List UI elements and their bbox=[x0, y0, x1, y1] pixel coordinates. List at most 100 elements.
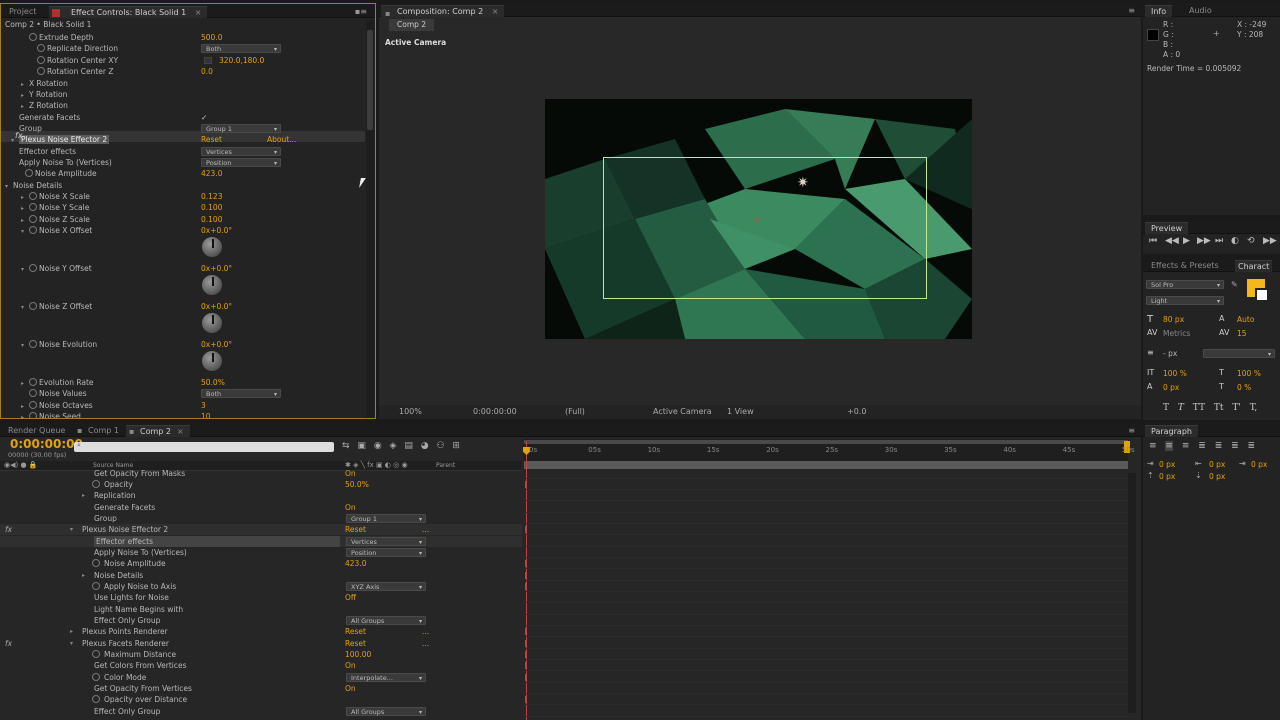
effect-row-value[interactable]: 0x+0.0° bbox=[201, 263, 232, 274]
eyedropper-icon[interactable]: ✎ bbox=[1231, 280, 1238, 289]
timeline-row[interactable]: Generate Facets On bbox=[0, 502, 522, 513]
timeline-row[interactable]: Use Lights for Noise Off bbox=[0, 592, 522, 603]
effect-row[interactable]: Noise Values bbox=[29, 388, 87, 399]
stopwatch-icon[interactable] bbox=[29, 378, 37, 386]
composition-viewer[interactable]: ⌖ ✷ bbox=[545, 99, 972, 339]
composition-mini-flowchart-icon[interactable]: ⇆ bbox=[342, 441, 350, 451]
tab-comp-2[interactable]: ▪ Comp 2 × bbox=[126, 425, 190, 437]
noise-evolution-knob[interactable] bbox=[201, 350, 223, 372]
timeline-row-value[interactable]: On bbox=[345, 502, 356, 513]
effect-row[interactable]: ▸ Noise Y Scale bbox=[21, 202, 89, 213]
timeline-row-value[interactable]: All Groups bbox=[346, 616, 426, 626]
scroll-thumb[interactable] bbox=[367, 30, 373, 130]
timeline-timecode[interactable]: 0:00:00:00 bbox=[10, 437, 83, 451]
close-icon[interactable]: × bbox=[492, 7, 499, 16]
row-extra[interactable]: ... bbox=[422, 638, 429, 649]
timeline-row[interactable]: Plexus Facets Renderer ▾ fx Reset... bbox=[0, 638, 522, 649]
align-center-icon[interactable]: ≡ bbox=[1165, 441, 1173, 451]
disclosure-triangle-icon[interactable]: ▸ bbox=[70, 626, 78, 637]
anchor-point-icon[interactable]: ⌖ bbox=[754, 215, 760, 226]
timeline-search-input[interactable]: ⌕ bbox=[74, 441, 334, 452]
timeline-row[interactable]: Group Group 1 bbox=[0, 513, 522, 524]
effect-row[interactable]: ▾ Noise Y Offset bbox=[21, 263, 92, 274]
resolution-select[interactable]: (Full) bbox=[565, 407, 585, 416]
stopwatch-icon[interactable] bbox=[29, 215, 37, 223]
timeline-track[interactable] bbox=[524, 706, 1127, 717]
timeline-track[interactable] bbox=[524, 558, 1127, 569]
tab-audio[interactable]: Audio bbox=[1183, 5, 1218, 17]
tab-character[interactable]: Charact bbox=[1235, 260, 1273, 272]
effect-row[interactable]: ▸ Y Rotation bbox=[21, 89, 67, 100]
tab-effects-presets[interactable]: Effects & Presets bbox=[1145, 260, 1225, 272]
effect-row[interactable]: ▸ Z Rotation bbox=[21, 100, 68, 111]
timeline-track[interactable] bbox=[524, 649, 1127, 660]
stopwatch-icon[interactable] bbox=[37, 67, 45, 75]
keyframe-icon[interactable] bbox=[525, 651, 527, 658]
effect-row-value[interactable]: 0x+0.0° bbox=[201, 301, 232, 312]
timeline-row[interactable]: Maximum Distance 100.00 bbox=[0, 649, 522, 660]
disclosure-triangle-icon[interactable]: ▸ bbox=[82, 570, 90, 581]
timeline-track[interactable] bbox=[524, 490, 1127, 501]
keyframe-icon[interactable] bbox=[525, 696, 527, 703]
keyframe-icon[interactable] bbox=[525, 640, 527, 647]
loop-icon[interactable]: ⟲ bbox=[1247, 236, 1255, 246]
noise-y-offset-knob[interactable] bbox=[201, 274, 223, 296]
stopwatch-icon[interactable] bbox=[29, 389, 37, 397]
timeline-track[interactable] bbox=[524, 502, 1127, 513]
indent-left-value[interactable]: 0 px bbox=[1159, 459, 1175, 470]
stopwatch-icon[interactable] bbox=[92, 650, 100, 658]
audio-icon[interactable]: ◐ bbox=[1231, 236, 1239, 246]
superscript-button[interactable]: T' bbox=[1232, 403, 1240, 413]
align-right-icon[interactable]: ≡ bbox=[1182, 441, 1190, 451]
timeline-row-value[interactable]: All Groups bbox=[346, 707, 426, 717]
keyframe-icon[interactable] bbox=[525, 526, 527, 533]
timeline-row[interactable]: Opacity 50.0% bbox=[0, 479, 522, 490]
keyframe-icon[interactable] bbox=[525, 662, 527, 669]
timeline-row[interactable]: Effector effects Vertices bbox=[0, 536, 522, 547]
stopwatch-icon[interactable] bbox=[29, 203, 37, 211]
disclosure-triangle-icon[interactable]: ▸ bbox=[21, 378, 29, 389]
timeline-track[interactable] bbox=[524, 672, 1127, 683]
row-extra[interactable]: ... bbox=[422, 626, 429, 637]
effect-row[interactable]: ▾ Noise Evolution bbox=[21, 339, 97, 350]
disclosure-triangle-icon[interactable]: ▾ bbox=[70, 524, 78, 535]
stopwatch-icon[interactable] bbox=[92, 695, 100, 703]
fx-icon[interactable]: fx bbox=[5, 638, 12, 649]
effect-row-value[interactable]: 50.0% bbox=[201, 377, 225, 388]
stopwatch-icon[interactable] bbox=[92, 559, 100, 567]
timeline-row-value[interactable]: Interpolate... bbox=[346, 673, 426, 683]
panel-menu-icon[interactable]: ≡ bbox=[1128, 426, 1135, 435]
tab-effect-controls[interactable]: Effect Controls: Black Solid 1 × bbox=[49, 6, 208, 18]
effect-row-value[interactable]: Group 1 bbox=[201, 124, 281, 134]
space-after-value[interactable]: 0 px bbox=[1209, 471, 1225, 482]
effect-row[interactable]: ▸ Noise Seed bbox=[21, 411, 81, 418]
tab-preview[interactable]: Preview bbox=[1145, 222, 1189, 234]
stopwatch-icon[interactable] bbox=[37, 44, 45, 52]
timeline-track[interactable] bbox=[524, 615, 1127, 626]
effect-row[interactable]: Replicate Direction bbox=[37, 43, 118, 54]
faux-bold-button[interactable]: T bbox=[1163, 403, 1169, 413]
timeline-track[interactable] bbox=[524, 604, 1127, 615]
space-before-value[interactable]: 0 px bbox=[1159, 471, 1175, 482]
effect-row[interactable]: ▸ Noise Octaves bbox=[21, 400, 93, 411]
disclosure-triangle-icon[interactable]: ▾ bbox=[21, 264, 29, 275]
timeline-row[interactable]: Effect Only Group All Groups bbox=[0, 706, 522, 717]
timeline-row-value[interactable]: Vertices bbox=[346, 537, 426, 547]
shy-layers-icon[interactable]: ◈ bbox=[390, 441, 397, 451]
timeline-row[interactable]: Replication ▸ bbox=[0, 490, 522, 501]
effect-row-value[interactable]: Vertices bbox=[201, 147, 281, 157]
timeline-row-value[interactable]: Position bbox=[346, 548, 426, 558]
timeline-track[interactable] bbox=[524, 638, 1127, 649]
horizontal-scale-value[interactable]: 100 % bbox=[1237, 368, 1261, 379]
indent-right-value[interactable]: 0 px bbox=[1209, 459, 1225, 470]
tab-render-queue[interactable]: Render Queue bbox=[2, 425, 71, 437]
font-size-value[interactable]: 80 px bbox=[1163, 314, 1184, 325]
ram-preview-button[interactable]: ▶▶ bbox=[1263, 236, 1277, 246]
brainstorm-icon[interactable]: ⚇ bbox=[436, 441, 444, 451]
timeline-row[interactable]: Plexus Points Renderer ▸ Reset... bbox=[0, 626, 522, 637]
timeline-row[interactable]: Apply Noise To (Vertices) Position bbox=[0, 547, 522, 558]
timeline-row-value[interactable]: Reset bbox=[345, 524, 366, 535]
effect-row[interactable]: Rotation Center Z bbox=[37, 66, 114, 77]
disclosure-triangle-icon[interactable]: ▸ bbox=[21, 101, 29, 112]
stroke-type-select[interactable] bbox=[1203, 349, 1275, 359]
